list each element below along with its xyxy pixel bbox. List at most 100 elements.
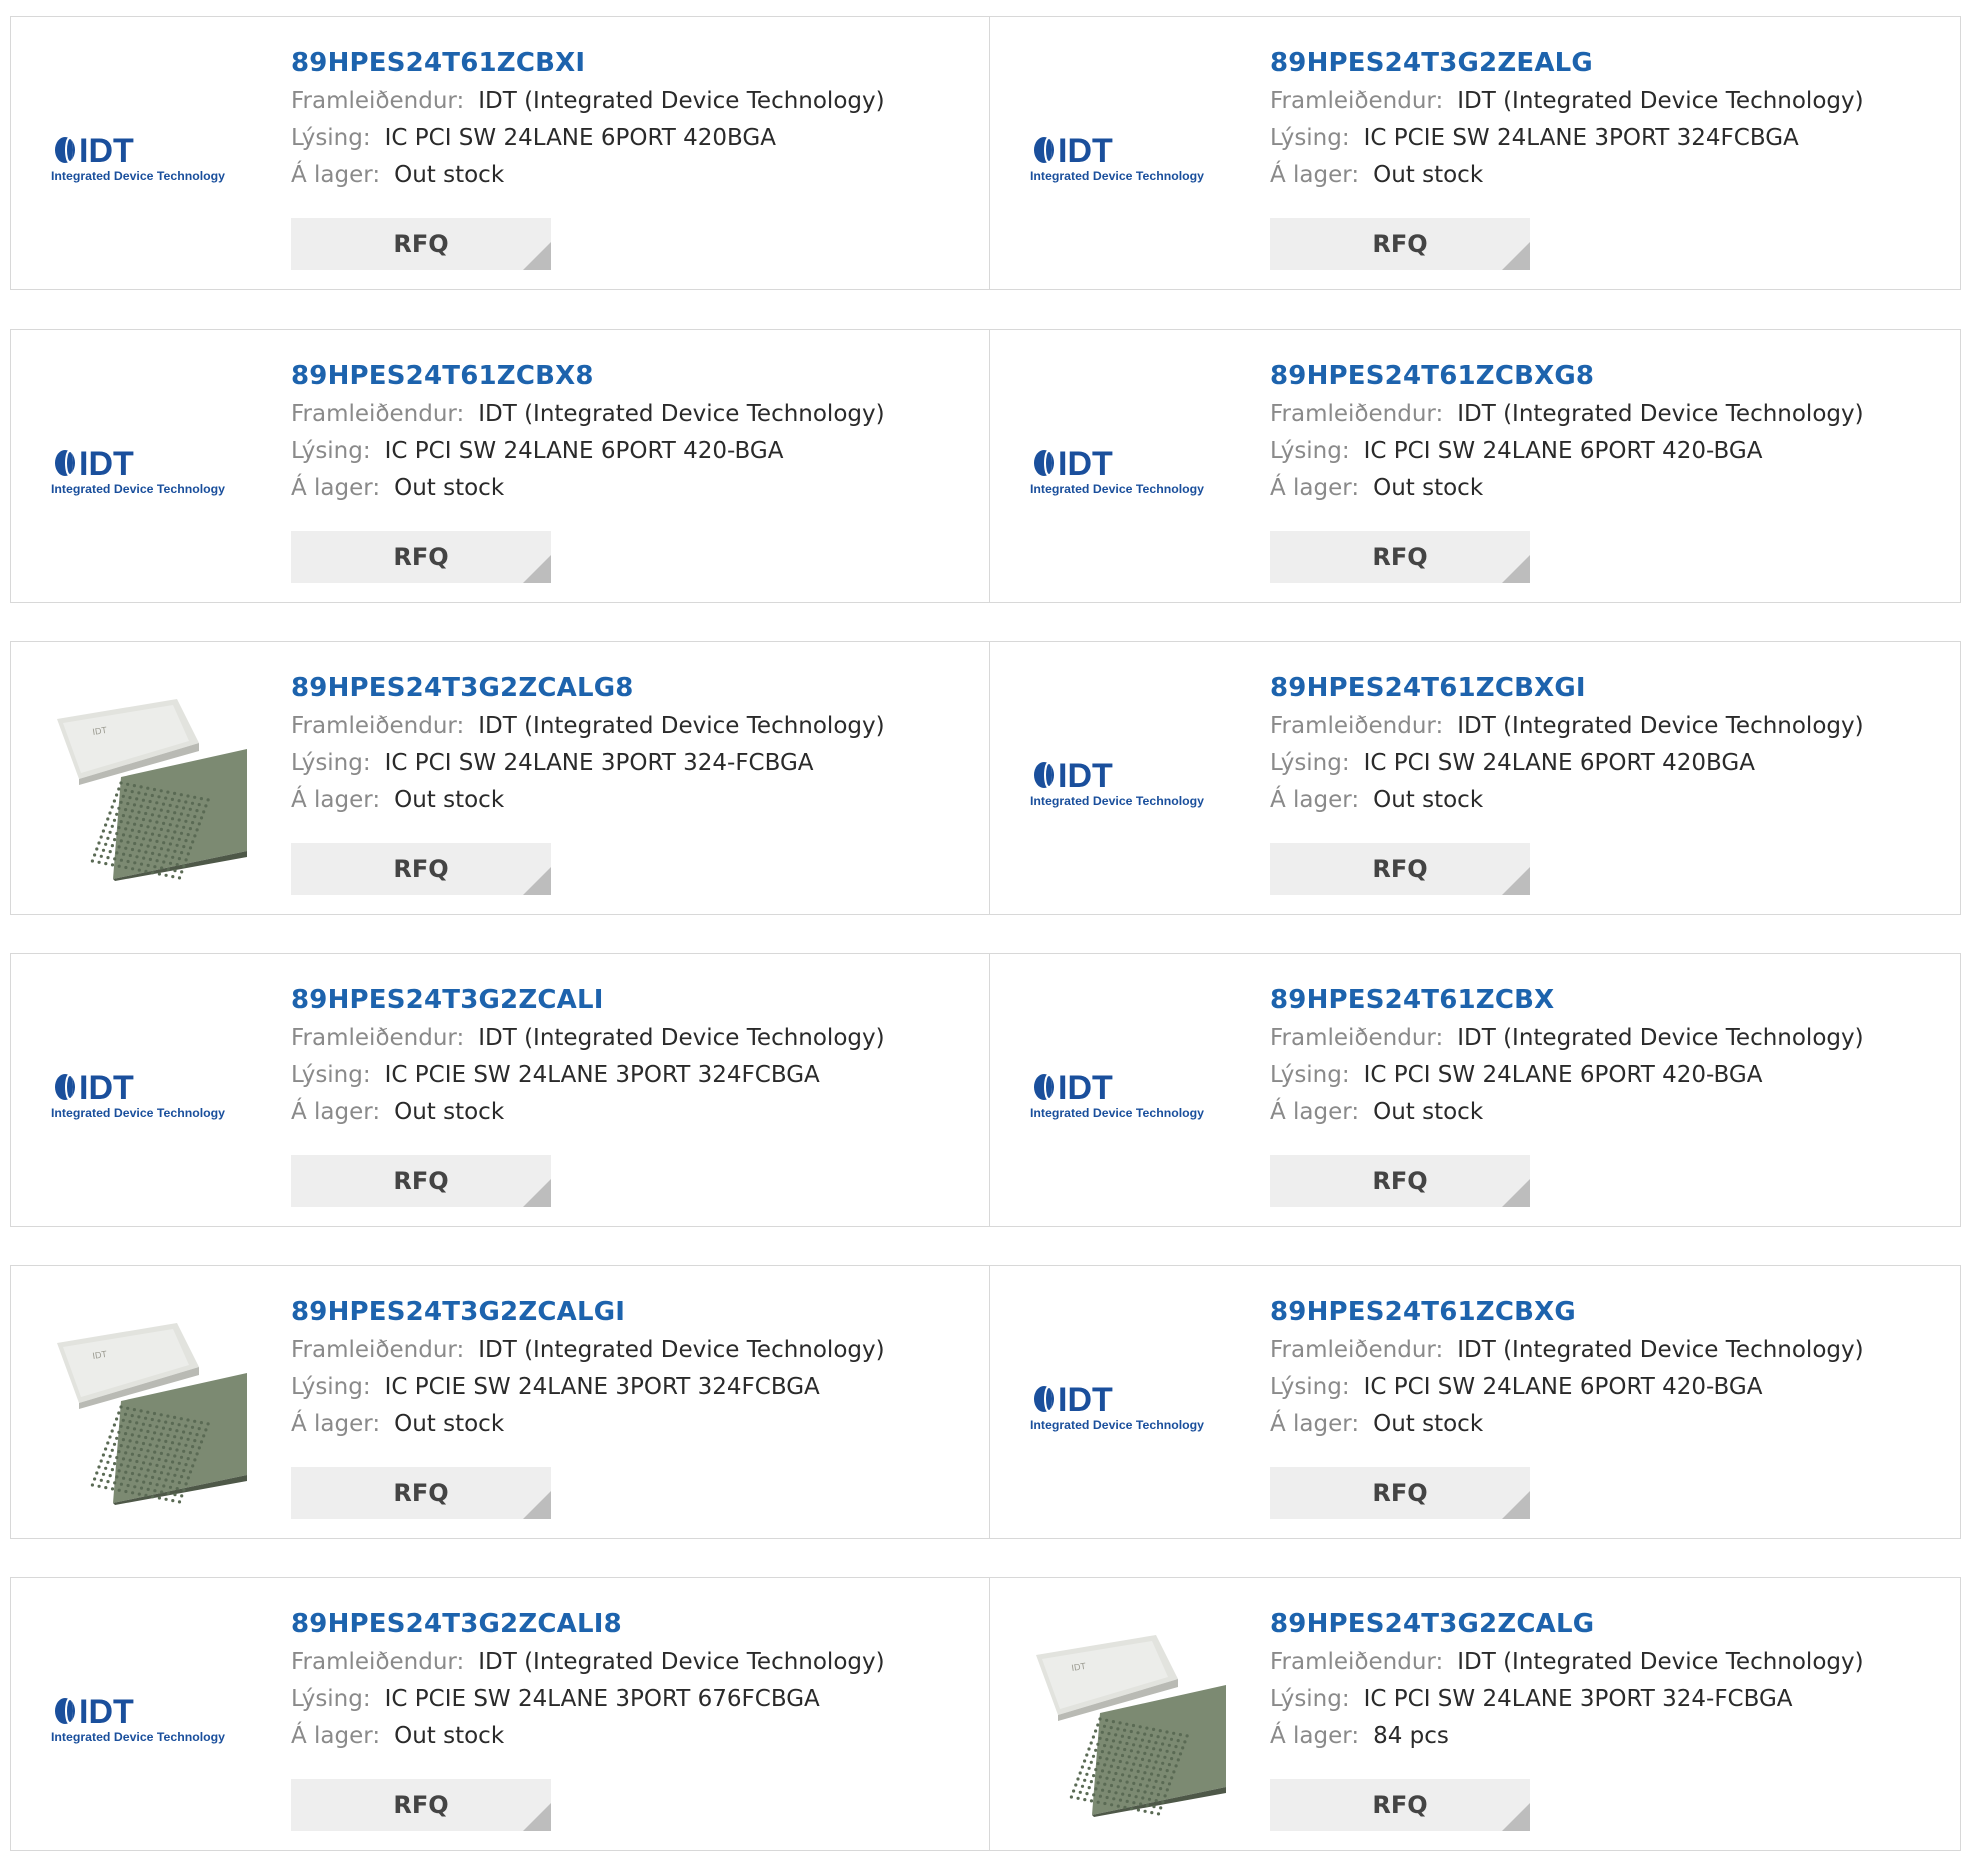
rfq-button[interactable]: RFQ (1270, 843, 1530, 895)
logo-subtext: Integrated Device Technology (1030, 1418, 1204, 1432)
manufacturer-logo[interactable]: IDT Integrated Device Technology (49, 993, 249, 1193)
corner-triangle-icon (1502, 242, 1530, 270)
product-info: 89HPES24T61ZCBX Framleiðendur: IDT (Integr… (1270, 980, 1864, 1131)
corner-triangle-icon (523, 1803, 551, 1831)
rfq-button[interactable]: RFQ (291, 1779, 551, 1831)
rfq-button-label: RFQ (1372, 1479, 1428, 1507)
stock-row: Á lager: Out stock (291, 1406, 885, 1443)
product-row: IDT Integrated Device Technology 89HPES24T… (10, 1577, 1961, 1851)
logo-subtext: Integrated Device Technology (1030, 1106, 1204, 1120)
stock-value: Out stock (1373, 475, 1484, 501)
part-number-link[interactable]: 89HPES24T61ZCBXI (291, 43, 885, 83)
rfq-button[interactable]: RFQ (291, 1155, 551, 1207)
manufacturer-logo[interactable]: IDT Integrated Device Technology (1028, 56, 1228, 256)
description-label: Lýsing: (291, 1374, 371, 1400)
product-info: 89HPES24T3G2ZCALGI Framleiðendur: IDT (Int… (291, 1292, 885, 1443)
description-value: IC PCI SW 24LANE 6PORT 420BGA (384, 125, 776, 151)
description-value: IC PCI SW 24LANE 6PORT 420-BGA (1363, 1374, 1763, 1400)
part-number-link[interactable]: 89HPES24T3G2ZCALG (1270, 1604, 1864, 1644)
product-row: IDT 89HPES24T3G2ZCALG8 Framleiðendur: IDT (… (10, 641, 1961, 915)
description-row: Lýsing: IC PCI SW 24LANE 6PORT 420-BGA (291, 433, 885, 470)
part-number-link[interactable]: 89HPES24T3G2ZCALI (291, 980, 885, 1020)
rfq-button[interactable]: RFQ (291, 218, 551, 270)
rfq-button[interactable]: RFQ (1270, 1155, 1530, 1207)
stock-value: Out stock (1373, 1411, 1484, 1437)
description-value: IC PCIE SW 24LANE 3PORT 324FCBGA (384, 1062, 820, 1088)
manufacturer-value: IDT (Integrated Device Technology) (1457, 1649, 1864, 1675)
part-number-link[interactable]: 89HPES24T61ZCBXG8 (1270, 356, 1864, 396)
part-number-link[interactable]: 89HPES24T61ZCBXG (1270, 1292, 1864, 1332)
stock-value: Out stock (1373, 787, 1484, 813)
manufacturer-logo[interactable]: IDT Integrated Device Technology (49, 369, 249, 569)
part-number-link[interactable]: 89HPES24T61ZCBX (1270, 980, 1864, 1020)
description-row: Lýsing: IC PCI SW 24LANE 6PORT 420-BGA (1270, 433, 1864, 470)
stock-label: Á lager: (1270, 1099, 1360, 1125)
corner-triangle-icon (1502, 555, 1530, 583)
manufacturer-logo[interactable]: IDT Integrated Device Technology (49, 56, 249, 256)
product-info: 89HPES24T3G2ZCALG Framleiðendur: IDT (Inte… (1270, 1604, 1864, 1755)
logo-subtext: Integrated Device Technology (51, 1106, 225, 1120)
description-row: Lýsing: IC PCI SW 24LANE 3PORT 324-FCBGA (291, 745, 885, 782)
rfq-button[interactable]: RFQ (291, 1467, 551, 1519)
stock-value: Out stock (394, 787, 505, 813)
corner-triangle-icon (1502, 1179, 1530, 1207)
product-info: 89HPES24T61ZCBXG Framleiðendur: IDT (Integ… (1270, 1292, 1864, 1443)
logo-text: IDT (79, 132, 134, 170)
stock-row: Á lager: Out stock (1270, 782, 1864, 819)
description-label: Lýsing: (1270, 1062, 1350, 1088)
part-number-link[interactable]: 89HPES24T3G2ZEALG (1270, 43, 1864, 83)
manufacturer-logo[interactable]: IDT Integrated Device Technology (1028, 681, 1228, 881)
rfq-button[interactable]: RFQ (1270, 1467, 1530, 1519)
manufacturer-logo[interactable]: IDT Integrated Device Technology (49, 1617, 249, 1817)
part-number-link[interactable]: 89HPES24T3G2ZCALG8 (291, 668, 885, 708)
rfq-button-label: RFQ (1372, 230, 1428, 258)
logo-text: IDT (79, 1693, 134, 1731)
manufacturer-row: Framleiðendur: IDT (Integrated Device Tec… (1270, 396, 1864, 433)
rfq-button-label: RFQ (393, 855, 449, 883)
product-row: IDT Integrated Device Technology 89HPES24T… (10, 16, 1961, 290)
rfq-button-label: RFQ (393, 1791, 449, 1819)
stock-value: Out stock (1373, 162, 1484, 188)
product-info: 89HPES24T61ZCBX8 Framleiðendur: IDT (Integ… (291, 356, 885, 507)
logo-text: IDT (79, 445, 134, 483)
product-card: IDT Integrated Device Technology 89HPES24T… (989, 954, 1961, 1226)
stock-row: Á lager: 84 pcs (1270, 1718, 1864, 1755)
manufacturer-label: Framleiðendur: (1270, 1649, 1444, 1675)
logo-text: IDT (1058, 757, 1113, 795)
description-value: IC PCIE SW 24LANE 3PORT 324FCBGA (1363, 125, 1799, 151)
part-number-link[interactable]: 89HPES24T3G2ZCALGI (291, 1292, 885, 1332)
logo-subtext: Integrated Device Technology (1030, 794, 1204, 808)
description-label: Lýsing: (291, 438, 371, 464)
product-row: IDT Integrated Device Technology 89HPES24T… (10, 329, 1961, 603)
part-number-link[interactable]: 89HPES24T3G2ZCALI8 (291, 1604, 885, 1644)
part-number-link[interactable]: 89HPES24T61ZCBX8 (291, 356, 885, 396)
corner-triangle-icon (523, 1491, 551, 1519)
rfq-button[interactable]: RFQ (291, 531, 551, 583)
rfq-button[interactable]: RFQ (1270, 531, 1530, 583)
product-card: IDT 89HPES24T3G2ZCALG8 Framleiðendur: IDT (… (11, 642, 989, 914)
manufacturer-logo[interactable]: IDT Integrated Device Technology (1028, 369, 1228, 569)
description-value: IC PCI SW 24LANE 3PORT 324-FCBGA (384, 750, 814, 776)
description-row: Lýsing: IC PCI SW 24LANE 6PORT 420-BGA (1270, 1369, 1864, 1406)
part-number-link[interactable]: 89HPES24T61ZCBXGI (1270, 668, 1864, 708)
product-image[interactable]: IDT (49, 681, 249, 881)
manufacturer-logo[interactable]: IDT Integrated Device Technology (1028, 993, 1228, 1193)
product-image[interactable]: IDT (1028, 1617, 1228, 1817)
manufacturer-row: Framleiðendur: IDT (Integrated Device Tec… (291, 708, 885, 745)
manufacturer-logo[interactable]: IDT Integrated Device Technology (1028, 1305, 1228, 1505)
rfq-button[interactable]: RFQ (1270, 218, 1530, 270)
product-image[interactable]: IDT (49, 1305, 249, 1505)
rfq-button-label: RFQ (1372, 855, 1428, 883)
stock-row: Á lager: Out stock (1270, 1406, 1864, 1443)
rfq-button[interactable]: RFQ (291, 843, 551, 895)
manufacturer-label: Framleiðendur: (1270, 713, 1444, 739)
logo-text: IDT (79, 1069, 134, 1107)
stock-value: Out stock (394, 475, 505, 501)
manufacturer-value: IDT (Integrated Device Technology) (1457, 88, 1864, 114)
rfq-button[interactable]: RFQ (1270, 1779, 1530, 1831)
stock-label: Á lager: (291, 475, 381, 501)
description-label: Lýsing: (1270, 438, 1350, 464)
stock-value: Out stock (394, 1099, 505, 1125)
stock-row: Á lager: Out stock (291, 470, 885, 507)
manufacturer-row: Framleiðendur: IDT (Integrated Device Tec… (1270, 1644, 1864, 1681)
